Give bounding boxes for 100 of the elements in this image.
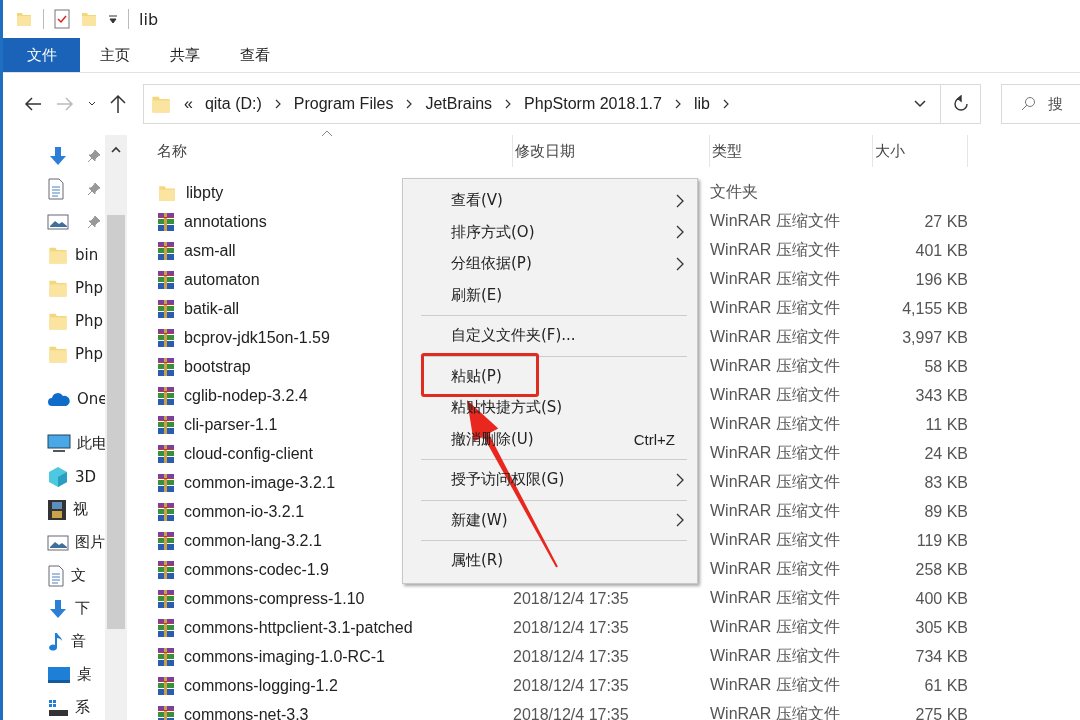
chevron-down-icon[interactable] [87,100,97,108]
breadcrumb[interactable]: JetBrains [425,95,493,113]
file-name[interactable]: cloud-config-client [184,444,313,463]
file-name[interactable]: common-lang-3.2.1 [184,531,322,550]
menu-item[interactable]: 排序方式(O) [451,222,675,242]
modified-date: 2018/12/4 17:35 [513,589,629,607]
menu-item[interactable]: 自定义文件夹(F)... [451,326,685,346]
file-name[interactable]: commons-net-3.3 [184,705,309,720]
file-type: WinRAR 压缩文件 [710,357,840,374]
sidebar-item[interactable]: Php [75,278,104,297]
sidebar-item[interactable]: 下 [75,599,90,618]
archive-icon [157,327,175,348]
chevron-icon [273,98,282,110]
file-name[interactable]: bcprov-jdk15on-1.59 [184,328,330,347]
sidebar-item[interactable]: 音 [71,632,86,651]
dropdown-icon[interactable] [108,14,118,24]
chevron-icon [405,98,414,110]
file-type: 文件夹 [710,183,758,200]
archive-icon [157,617,175,638]
file-name[interactable]: commons-logging-1.2 [184,676,338,695]
archive-icon [157,269,175,290]
dropdown-icon[interactable] [913,99,927,109]
menu-item[interactable]: 刷新(E) [451,285,685,305]
file-size: 119 KB [916,531,968,549]
menu-item[interactable]: 粘贴(P) [451,366,685,386]
file-name[interactable]: common-image-3.2.1 [184,473,336,492]
column-header[interactable]: 修改日期 [515,141,575,161]
file-name[interactable]: commons-codec-1.9 [184,560,329,579]
sidebar-item[interactable]: 视 [73,500,88,519]
file-name[interactable]: commons-compress-1.10 [184,589,365,608]
download-icon [47,144,69,167]
file-name[interactable]: annotations [184,212,267,231]
breadcrumb[interactable]: PhpStorm 2018.1.7 [524,95,662,113]
file-size: 11 KB [925,415,968,433]
sidebar-item[interactable]: 图片 [75,533,105,552]
file-type: WinRAR 压缩文件 [710,444,840,461]
cube-icon [47,465,69,488]
properties-icon[interactable] [54,9,70,29]
file-name[interactable]: common-io-3.2.1 [184,502,305,521]
download-icon [47,597,69,620]
scrollbar[interactable] [105,135,127,720]
file-name[interactable]: asm-all [184,241,236,260]
archive-icon [157,240,175,261]
file-name[interactable]: cli-parser-1.1 [184,415,278,434]
sidebar-item[interactable]: 系 [75,698,90,717]
refresh-icon[interactable] [952,95,969,113]
file-size: 196 KB [915,270,968,288]
up-arrow-icon[interactable] [109,94,127,114]
file-size: 61 KB [924,676,968,694]
file-size: 27 KB [924,212,968,230]
refresh-button[interactable] [941,84,981,124]
file-name[interactable]: batik-all [184,299,240,318]
film-icon [47,498,67,521]
address-bar[interactable]: « qita (D:) Program Files JetBrains PhpStorm 2018.1.7 lib [143,84,941,124]
column-header[interactable]: 名称 [157,141,187,161]
column-header[interactable]: 类型 [712,141,742,161]
ribbon-tab[interactable]: 共享 [150,38,220,72]
file-size: 401 KB [915,241,968,259]
archive-icon [157,414,175,435]
archive-icon [157,385,175,406]
file-name[interactable]: automaton [184,270,260,289]
menu-item[interactable]: 新建(W) [451,510,675,530]
file-name[interactable]: cglib-nodep-3.2.4 [184,386,308,405]
file-name[interactable]: libpty [186,183,224,202]
sidebar-item[interactable]: 文 [71,566,86,585]
archive-icon [157,530,175,551]
archive-icon [157,472,175,493]
menu-item[interactable]: 查看(V) [451,191,675,211]
breadcrumb[interactable]: Program Files [293,95,394,113]
search-field[interactable]: 搜 [1001,84,1080,124]
file-type: WinRAR 压缩文件 [710,212,840,229]
file-name[interactable]: bootstrap [184,357,251,376]
file-type: WinRAR 压缩文件 [710,270,840,287]
column-header[interactable]: 大小 [875,141,905,161]
file-size: 343 KB [915,386,968,404]
sidebar-item[interactable]: 桌 [77,665,92,684]
sidebar-item[interactable]: bin [75,245,99,264]
menu-item[interactable]: 属性(R) [451,551,685,571]
breadcrumb[interactable]: qita (D:) [204,95,262,113]
computer-icon [47,433,71,454]
breadcrumb[interactable]: lib [693,95,710,113]
modified-date: 2018/12/4 17:35 [513,618,629,636]
file-name[interactable]: commons-httpclient-3.1-patched [184,618,413,637]
overflow-crumb[interactable]: « [184,95,193,113]
ribbon-tab[interactable]: 文件 [3,38,80,72]
picture-icon [47,212,69,231]
ribbon-tab[interactable]: 主页 [80,38,150,72]
menu-item[interactable]: 分组依据(P) [451,254,675,274]
file-name[interactable]: commons-imaging-1.0-RC-1 [184,647,385,666]
file-type: WinRAR 压缩文件 [710,299,840,316]
file-type: WinRAR 压缩文件 [710,647,840,664]
sidebar-item[interactable]: 3D [75,467,97,486]
sidebar-item[interactable]: Php [75,311,104,330]
scroll-up-icon[interactable] [110,145,122,155]
archive-icon [157,211,175,232]
back-arrow-icon[interactable] [23,96,43,112]
ribbon-tab[interactable]: 查看 [220,38,290,72]
file-type: WinRAR 压缩文件 [710,386,840,403]
archive-icon [157,704,175,720]
sidebar-item[interactable]: Php [75,344,104,363]
